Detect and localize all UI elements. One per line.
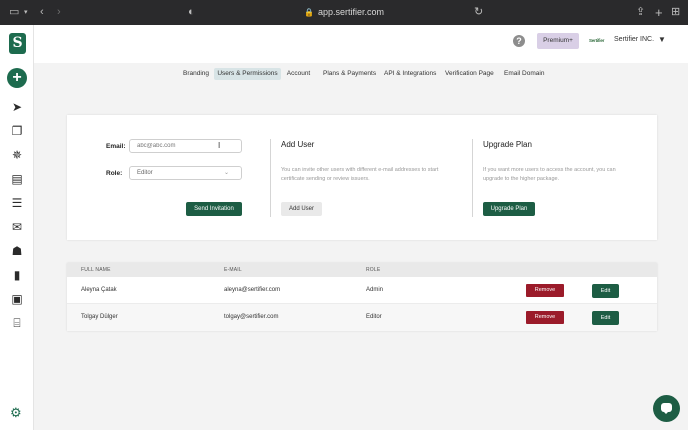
tab-plans-payments[interactable]: Plans & Payments <box>323 68 376 80</box>
add-user-title: Add User <box>281 140 315 149</box>
user-role: Admin <box>366 287 384 293</box>
tab-users-permissions[interactable]: Users & Permissions <box>214 68 281 80</box>
user-email: tolgay@sertifier.com <box>224 314 279 320</box>
tab-api-integrations[interactable]: API & Integrations <box>384 68 436 80</box>
send-icon[interactable]: ➤ <box>9 100 25 114</box>
user-role: Editor <box>366 314 382 320</box>
edit-button[interactable]: Edit <box>592 284 619 298</box>
help-icon[interactable]: ? <box>513 35 525 47</box>
list-icon[interactable]: ☰ <box>9 196 25 210</box>
add-user-description: You can invite other users with differen… <box>281 167 439 182</box>
certificate-icon[interactable]: ▤ <box>9 172 25 186</box>
mail-icon[interactable]: ✉ <box>9 220 25 234</box>
company-logo: Sertifier <box>589 38 605 43</box>
reload-icon[interactable]: ↻ <box>474 0 483 25</box>
lock-icon: 🔒 <box>304 8 314 17</box>
column-header-email: E-MAIL <box>224 267 242 273</box>
copies-icon[interactable]: ❐ <box>9 124 25 138</box>
column-header-role: ROLE <box>366 267 381 273</box>
top-header: ? Premium+ Sertifier Sertifier INC. ▼ <box>34 25 688 63</box>
table-row: Aleyna Çatak aleyna@sertifier.com Admin … <box>67 277 657 304</box>
settings-gear-icon[interactable]: ⚙ <box>10 405 22 421</box>
tab-branding[interactable]: Branding <box>181 68 211 80</box>
remove-button[interactable]: Remove <box>526 311 564 324</box>
chat-bubble-tail <box>663 411 669 414</box>
sidebar: S + ➤ ❐ ✵ ▤ ☰ ✉ ☗ ▮ ▣ ⌸ ⚙ <box>0 25 34 430</box>
chevron-down-icon: ⌄ <box>223 170 229 176</box>
user-name: Tolgay Dülger <box>81 314 118 320</box>
premium-badge[interactable]: Premium+ <box>537 33 579 49</box>
settings-tabs: Branding Users & Permissions Account Pla… <box>34 66 688 82</box>
upgrade-plan-button[interactable]: Upgrade Plan <box>483 202 535 216</box>
sertifier-logo[interactable]: S <box>9 33 26 54</box>
company-name[interactable]: Sertifier INC. <box>614 36 654 43</box>
remove-button[interactable]: Remove <box>526 284 564 297</box>
add-user-button[interactable]: Add User <box>281 202 322 216</box>
section-divider <box>270 139 271 217</box>
invite-user-card: Email: Ι Role: Editor ⌄ Send Invitation … <box>67 115 657 240</box>
tab-verification-page[interactable]: Verification Page <box>445 68 494 80</box>
upgrade-plan-title: Upgrade Plan <box>483 140 532 149</box>
section-divider <box>472 139 473 217</box>
analytics-icon[interactable]: ▮ <box>9 268 25 282</box>
table-row: Tolgay Dülger tolgay@sertifier.com Edito… <box>67 304 657 331</box>
edit-button[interactable]: Edit <box>592 311 619 325</box>
column-header-full-name: FULL NAME <box>81 267 111 273</box>
upgrade-plan-description: If you want more users to access the acc… <box>483 167 616 182</box>
role-label: Role: <box>106 170 123 177</box>
tab-account[interactable]: Account <box>286 68 311 80</box>
table-header: FULL NAME E-MAIL ROLE <box>67 263 657 277</box>
url-text: app.sertifier.com <box>317 7 384 17</box>
text-cursor-icon: Ι <box>218 141 221 150</box>
chat-widget-button[interactable] <box>653 395 680 422</box>
address-bar[interactable]: 🔒 app.sertifier.com <box>0 0 688 25</box>
role-select-value: Editor <box>137 170 153 176</box>
role-select[interactable]: Editor ⌄ <box>129 166 242 180</box>
ad-icon[interactable]: ▣ <box>9 292 25 306</box>
new-tab-icon[interactable]: + <box>655 0 663 25</box>
users-table: FULL NAME E-MAIL ROLE Aleyna Çatak aleyn… <box>67 263 657 331</box>
email-label: Email: <box>106 143 126 150</box>
share-icon[interactable]: ⇪ <box>636 0 645 25</box>
tab-overview-icon[interactable]: ⊞ <box>671 0 680 25</box>
create-plus-button[interactable]: + <box>7 68 27 88</box>
tab-email-domain[interactable]: Email Domain <box>504 68 544 80</box>
browser-toolbar: ▭ ▾ ‹ › ◐ 🔒 app.sertifier.com ↻ ⇪ + ⊞ <box>0 0 688 25</box>
users-icon[interactable]: ☗ <box>9 244 25 258</box>
integration-icon[interactable]: ✵ <box>9 148 25 162</box>
send-invitation-button[interactable]: Send Invitation <box>186 202 242 216</box>
user-name: Aleyna Çatak <box>81 287 117 293</box>
gift-icon[interactable]: ⌸ <box>9 316 25 330</box>
user-email: aleyna@sertifier.com <box>224 287 281 293</box>
account-dropdown-icon[interactable]: ▼ <box>658 35 666 44</box>
email-input[interactable] <box>129 139 242 153</box>
